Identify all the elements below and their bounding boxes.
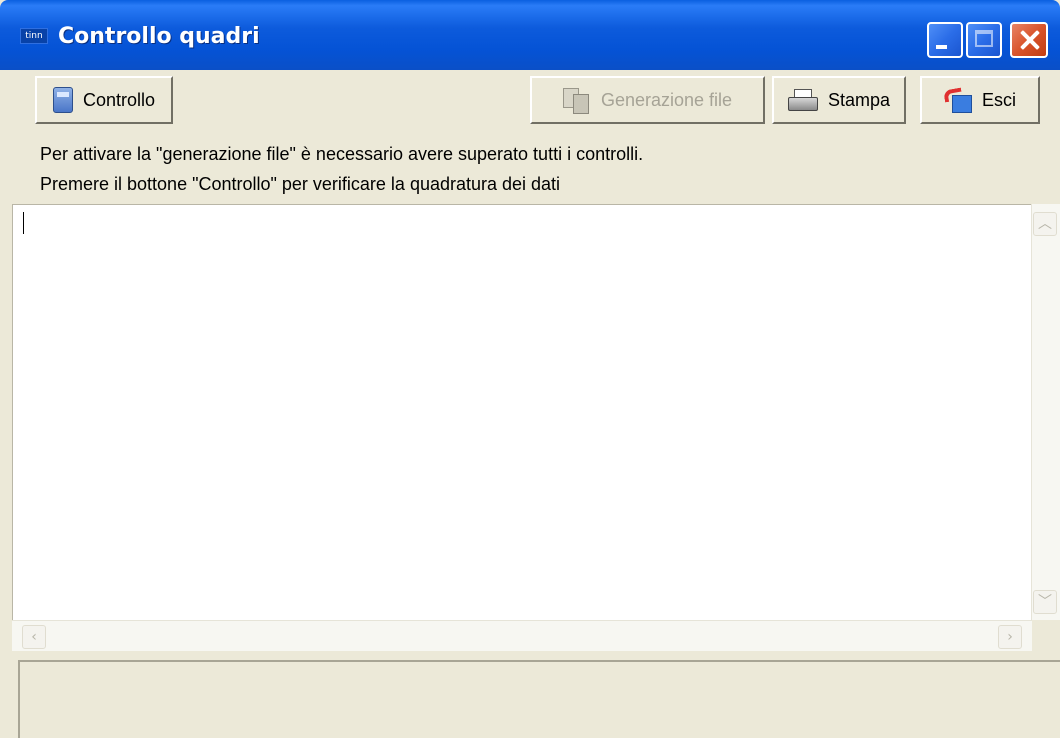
horizontal-scrollbar[interactable] xyxy=(12,620,1032,651)
status-bar xyxy=(18,660,1060,738)
scroll-left-button[interactable]: ‹ xyxy=(22,625,46,649)
scroll-up-button[interactable]: ︿ xyxy=(1033,212,1057,236)
info-line-2: Premere il bottone "Controllo" per verif… xyxy=(40,174,561,194)
generazione-file-button[interactable]: Generazione file xyxy=(530,76,765,124)
chevron-left-icon: ‹ xyxy=(31,629,37,645)
chevron-right-icon: › xyxy=(1007,629,1013,645)
esci-label: Esci xyxy=(981,89,1016,110)
printer-icon xyxy=(787,89,818,111)
info-line-1: Per attivare la "generazione file" è nec… xyxy=(40,144,644,164)
controllo-label: Controllo xyxy=(82,89,156,110)
window-title: Controllo quadri xyxy=(58,24,260,49)
app-icon: tinn xyxy=(20,28,48,44)
scroll-right-button[interactable]: › xyxy=(998,625,1022,649)
title-bar: tinn Controllo quadri xyxy=(0,0,1060,70)
chevron-down-icon: ﹀ xyxy=(1038,594,1052,610)
generazione-file-label: Generazione file xyxy=(600,89,733,110)
chevron-up-icon: ︿ xyxy=(1038,216,1052,232)
stampa-button[interactable]: Stampa xyxy=(772,76,906,124)
exit-icon xyxy=(944,87,972,113)
calculator-icon xyxy=(52,87,73,113)
text-caret xyxy=(23,212,24,234)
stampa-label: Stampa xyxy=(827,89,891,110)
minimize-button[interactable] xyxy=(927,22,963,58)
output-textarea[interactable] xyxy=(12,204,1033,621)
scroll-down-button[interactable]: ﹀ xyxy=(1033,590,1057,614)
maximize-button[interactable] xyxy=(966,22,1002,58)
file-generate-icon xyxy=(562,88,591,114)
scrollbar-corner xyxy=(1032,620,1060,650)
esci-button[interactable]: Esci xyxy=(920,76,1040,124)
toolbar: Controllo Generazione file Stampa Esci xyxy=(0,70,1060,134)
vertical-scrollbar[interactable] xyxy=(1031,204,1060,620)
close-button[interactable] xyxy=(1010,22,1048,58)
controllo-button[interactable]: Controllo xyxy=(35,76,173,124)
